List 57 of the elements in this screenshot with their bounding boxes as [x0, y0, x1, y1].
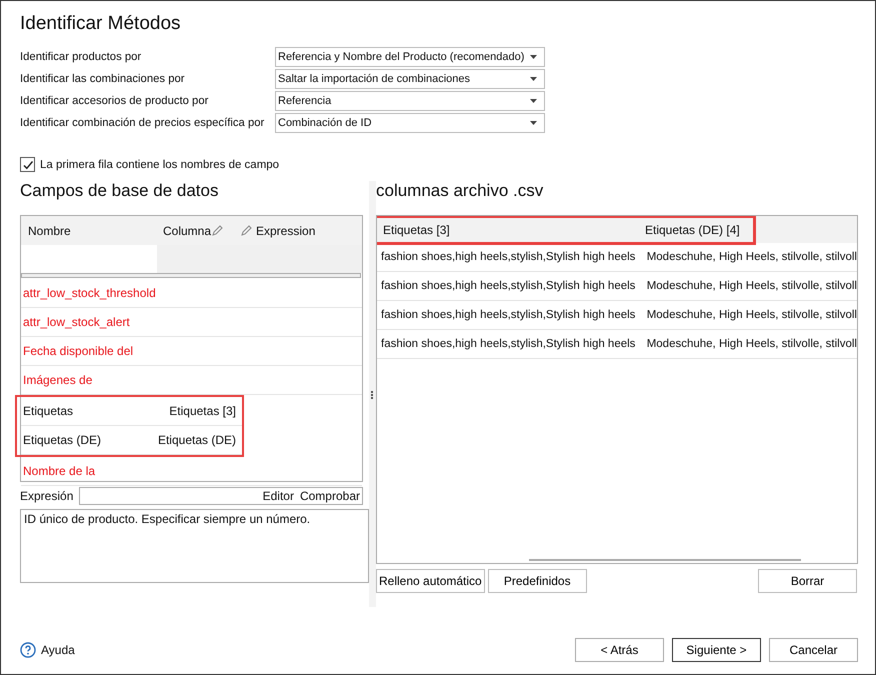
nav-button[interactable]: Cancelar [769, 638, 858, 662]
table-cell-text: fashion shoes,high heels,stylish,Stylish high heels [380, 309, 636, 321]
column-header[interactable]: Etiquetas [3] [383, 223, 450, 237]
table-cell: Nombre de la [23, 464, 96, 478]
table-cell: Etiquetas [3] [169, 404, 236, 418]
filter-field[interactable] [21, 245, 157, 273]
table-cell: attr_low_stock_threshold [23, 286, 156, 300]
editor-link[interactable]: Editor [262, 489, 294, 503]
check-link[interactable]: Comprobar [300, 489, 360, 503]
table-cell-text: fashion shoes,high heels,stylish,Stylish high heels [380, 280, 636, 292]
action-button[interactable]: Borrar [758, 569, 857, 593]
checkbox[interactable] [20, 157, 35, 172]
page-title: Identificar Métodos [20, 13, 181, 35]
field-label: Identificar combinación de precios específica por [20, 117, 266, 129]
table-cell: Fecha disponible del [23, 344, 134, 358]
table-cell: Modeschuhe, High Heels, stilvolle, stilvoll [646, 309, 857, 321]
section-title: Campos de base de datos [20, 181, 220, 202]
section-title: columnas archivo .csv [376, 181, 544, 202]
caret-icon [530, 77, 537, 81]
table-cell-text: fashion shoes,high heels,stylish,Stylish high heels [380, 338, 636, 350]
help-link[interactable]: Ayuda [41, 643, 75, 657]
action-button[interactable]: Predefinidos [488, 569, 587, 593]
field-label: Identificar las combinaciones por [20, 73, 186, 85]
field-label: Identificar productos por [20, 51, 142, 63]
action-button[interactable]: Relleno automático [376, 569, 485, 593]
column-header[interactable]: Nombre [28, 224, 71, 238]
field-label: Identificar accesorios de producto por [20, 95, 210, 107]
scrollbar[interactable] [529, 559, 801, 561]
column-header[interactable]: Etiquetas (DE) [4] [645, 223, 740, 237]
column-header[interactable]: Expression [256, 224, 316, 238]
table-cell: Etiquetas [23, 404, 74, 418]
table-cell: Imágenes de [23, 373, 92, 387]
table-cell: attr_low_stock_alert [23, 315, 130, 329]
caret-icon [530, 99, 537, 103]
help-icon[interactable] [20, 642, 36, 658]
dropdown[interactable]: Combinación de ID [275, 113, 545, 133]
dropdown[interactable]: Saltar la importación de combinaciones [275, 69, 545, 89]
splitter-handle[interactable] [371, 391, 373, 400]
nav-button[interactable]: Siguiente > [672, 638, 761, 662]
table-cell-text: fashion shoes,high heels,stylish,Stylish high heels [380, 251, 636, 263]
checkbox-label: La primera fila contiene los nombres de campo [40, 158, 280, 170]
dropdown[interactable]: Referencia y Nombre del Producto (recomendado) [275, 47, 545, 67]
dropdown[interactable]: Referencia [275, 91, 545, 111]
table-cell: Etiquetas (DE) [23, 433, 102, 447]
table-cell: Modeschuhe, High Heels, stilvolle, stilvoll [646, 338, 857, 350]
table-cell: Etiquetas (DE) [158, 433, 236, 447]
field-label: Expresión [20, 489, 74, 503]
pencil-icon[interactable] [240, 225, 252, 237]
expression-field[interactable]: Editor Comprobar [79, 487, 363, 505]
pencil-icon[interactable] [211, 225, 223, 237]
caret-icon [530, 55, 537, 59]
description-box: ID único de producto. Especificar siempre un número. [20, 509, 369, 583]
table-cell: Modeschuhe, High Heels, stilvolle, stilvoll [646, 280, 857, 292]
table-cell: Modeschuhe, High Heels, stilvolle, stilvoll [646, 251, 857, 263]
caret-icon [530, 121, 537, 125]
column-header[interactable]: Columna [163, 224, 212, 238]
nav-button[interactable]: < Atrás [575, 638, 664, 662]
